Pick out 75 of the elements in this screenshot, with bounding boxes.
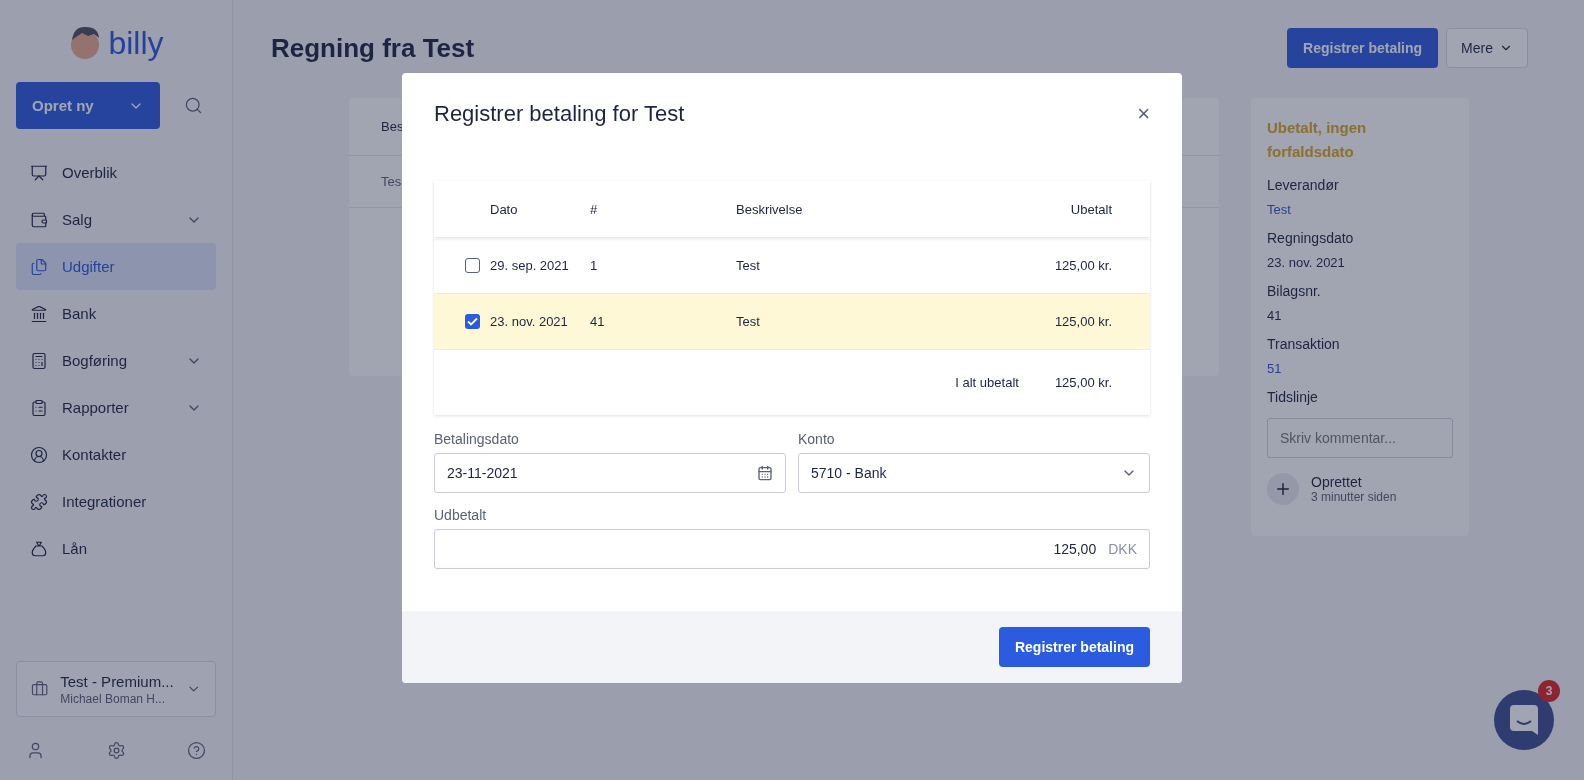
settings-icon[interactable] — [106, 741, 126, 760]
detail-value: 23. nov. 2021 — [1267, 255, 1346, 270]
detail-label: Regningsdato — [1267, 230, 1355, 246]
chat-icon — [1510, 705, 1538, 735]
table-cell-text: 1 — [590, 258, 599, 273]
amount-field[interactable]: 125,00 DKK — [434, 529, 1150, 569]
plus-icon — [1267, 473, 1299, 505]
more-button[interactable]: Mere — [1446, 28, 1528, 68]
table-cell-text: 29. sep. 2021 — [490, 258, 570, 273]
table-cell-text: Test — [736, 314, 761, 329]
sidebar-item[interactable]: Integrationer — [16, 478, 216, 525]
table-cell-text: 125,00 kr. — [1053, 258, 1112, 273]
status-text: Ubetalt, ingen forfaldsdato — [1267, 118, 1368, 162]
table-cell: Tes — [381, 174, 402, 189]
create-new-button[interactable]: Opret ny — [16, 82, 160, 129]
timeline-title: Tidslinje — [1267, 389, 1319, 405]
briefcase-icon — [31, 680, 49, 698]
calendar-icon — [757, 465, 773, 481]
detail-label: Transaktion — [1267, 336, 1341, 352]
sidebar-item[interactable]: Bank — [16, 290, 216, 337]
logo-text: billy — [108, 24, 164, 62]
table-cell-text: Test — [736, 258, 761, 273]
sidebar-item[interactable]: Rapporter — [16, 384, 216, 431]
sidebar-item[interactable]: Salg — [16, 196, 216, 243]
register-payment-button[interactable]: Registrer betaling — [1287, 28, 1439, 68]
field-label: Konto — [798, 431, 836, 447]
organization-switcher[interactable]: Test - Premium... Michael Boman H... — [16, 661, 216, 717]
user-icon[interactable] — [26, 741, 45, 760]
user-circle-icon — [30, 445, 48, 464]
sidebar-item[interactable]: Udgifter — [16, 243, 216, 290]
column-header: # — [590, 201, 599, 217]
detail-label: Bilagsnr. — [1267, 283, 1322, 299]
detail-link[interactable]: Test — [1267, 202, 1453, 217]
calculator-icon — [30, 351, 48, 370]
detail-link[interactable]: 51 — [1267, 361, 1453, 376]
column-header: Dato — [490, 201, 519, 217]
sidebar-item[interactable]: Overblik — [16, 149, 216, 196]
row-checkbox[interactable] — [465, 314, 480, 329]
column-header: Bes — [381, 119, 404, 134]
bank-icon — [30, 304, 48, 323]
notification-badge: 3 — [1538, 680, 1560, 702]
account-select[interactable]: 5710 - Bank — [798, 453, 1150, 493]
field-label: Udbetalt — [434, 507, 488, 523]
help-icon[interactable] — [187, 741, 206, 760]
presentation-icon — [30, 163, 48, 182]
money-bag-icon — [30, 539, 48, 558]
row-checkbox[interactable] — [465, 258, 480, 273]
comment-field[interactable]: Skriv kommentar... — [1267, 418, 1453, 458]
total-label: I alt ubetalt — [955, 375, 1019, 390]
submit-button[interactable]: Registrer betaling — [998, 627, 1150, 667]
detail-value: 41 — [1267, 308, 1283, 323]
page-title: Regning fra Test — [271, 32, 476, 64]
clipboard-icon — [30, 398, 48, 417]
sidebar-item[interactable]: Bogføring — [16, 337, 216, 384]
sidebar-item[interactable]: Lån — [16, 525, 216, 572]
field-label: Betalingsdato — [434, 431, 520, 447]
table-cell-text: 23. nov. 2021 — [490, 314, 569, 329]
user-name: Michael Boman H... — [60, 691, 166, 706]
puzzle-icon — [30, 492, 48, 511]
date-field[interactable]: 23-11-2021 — [434, 453, 786, 493]
sidebar-item[interactable]: Kontakter — [16, 431, 216, 478]
total-amount: 125,00 kr. — [1054, 375, 1112, 390]
dialog-title: Registrer betaling for Test — [434, 101, 685, 128]
event-title: Oprettet — [1311, 474, 1363, 490]
table-cell-text: 41 — [590, 314, 606, 329]
table-cell-text: 125,00 kr. — [1053, 314, 1112, 329]
documents-icon — [30, 257, 48, 276]
search-icon[interactable] — [184, 96, 203, 115]
event-time: 3 minutter siden — [1311, 490, 1397, 504]
column-header: Ubetalt — [1069, 201, 1112, 217]
wallet-icon — [30, 210, 48, 229]
column-header: Beskrivelse — [736, 201, 804, 217]
detail-label: Leverandør — [1267, 177, 1340, 193]
close-button[interactable]: × — [1137, 101, 1150, 127]
organization-name: Test - Premium... — [60, 672, 174, 690]
